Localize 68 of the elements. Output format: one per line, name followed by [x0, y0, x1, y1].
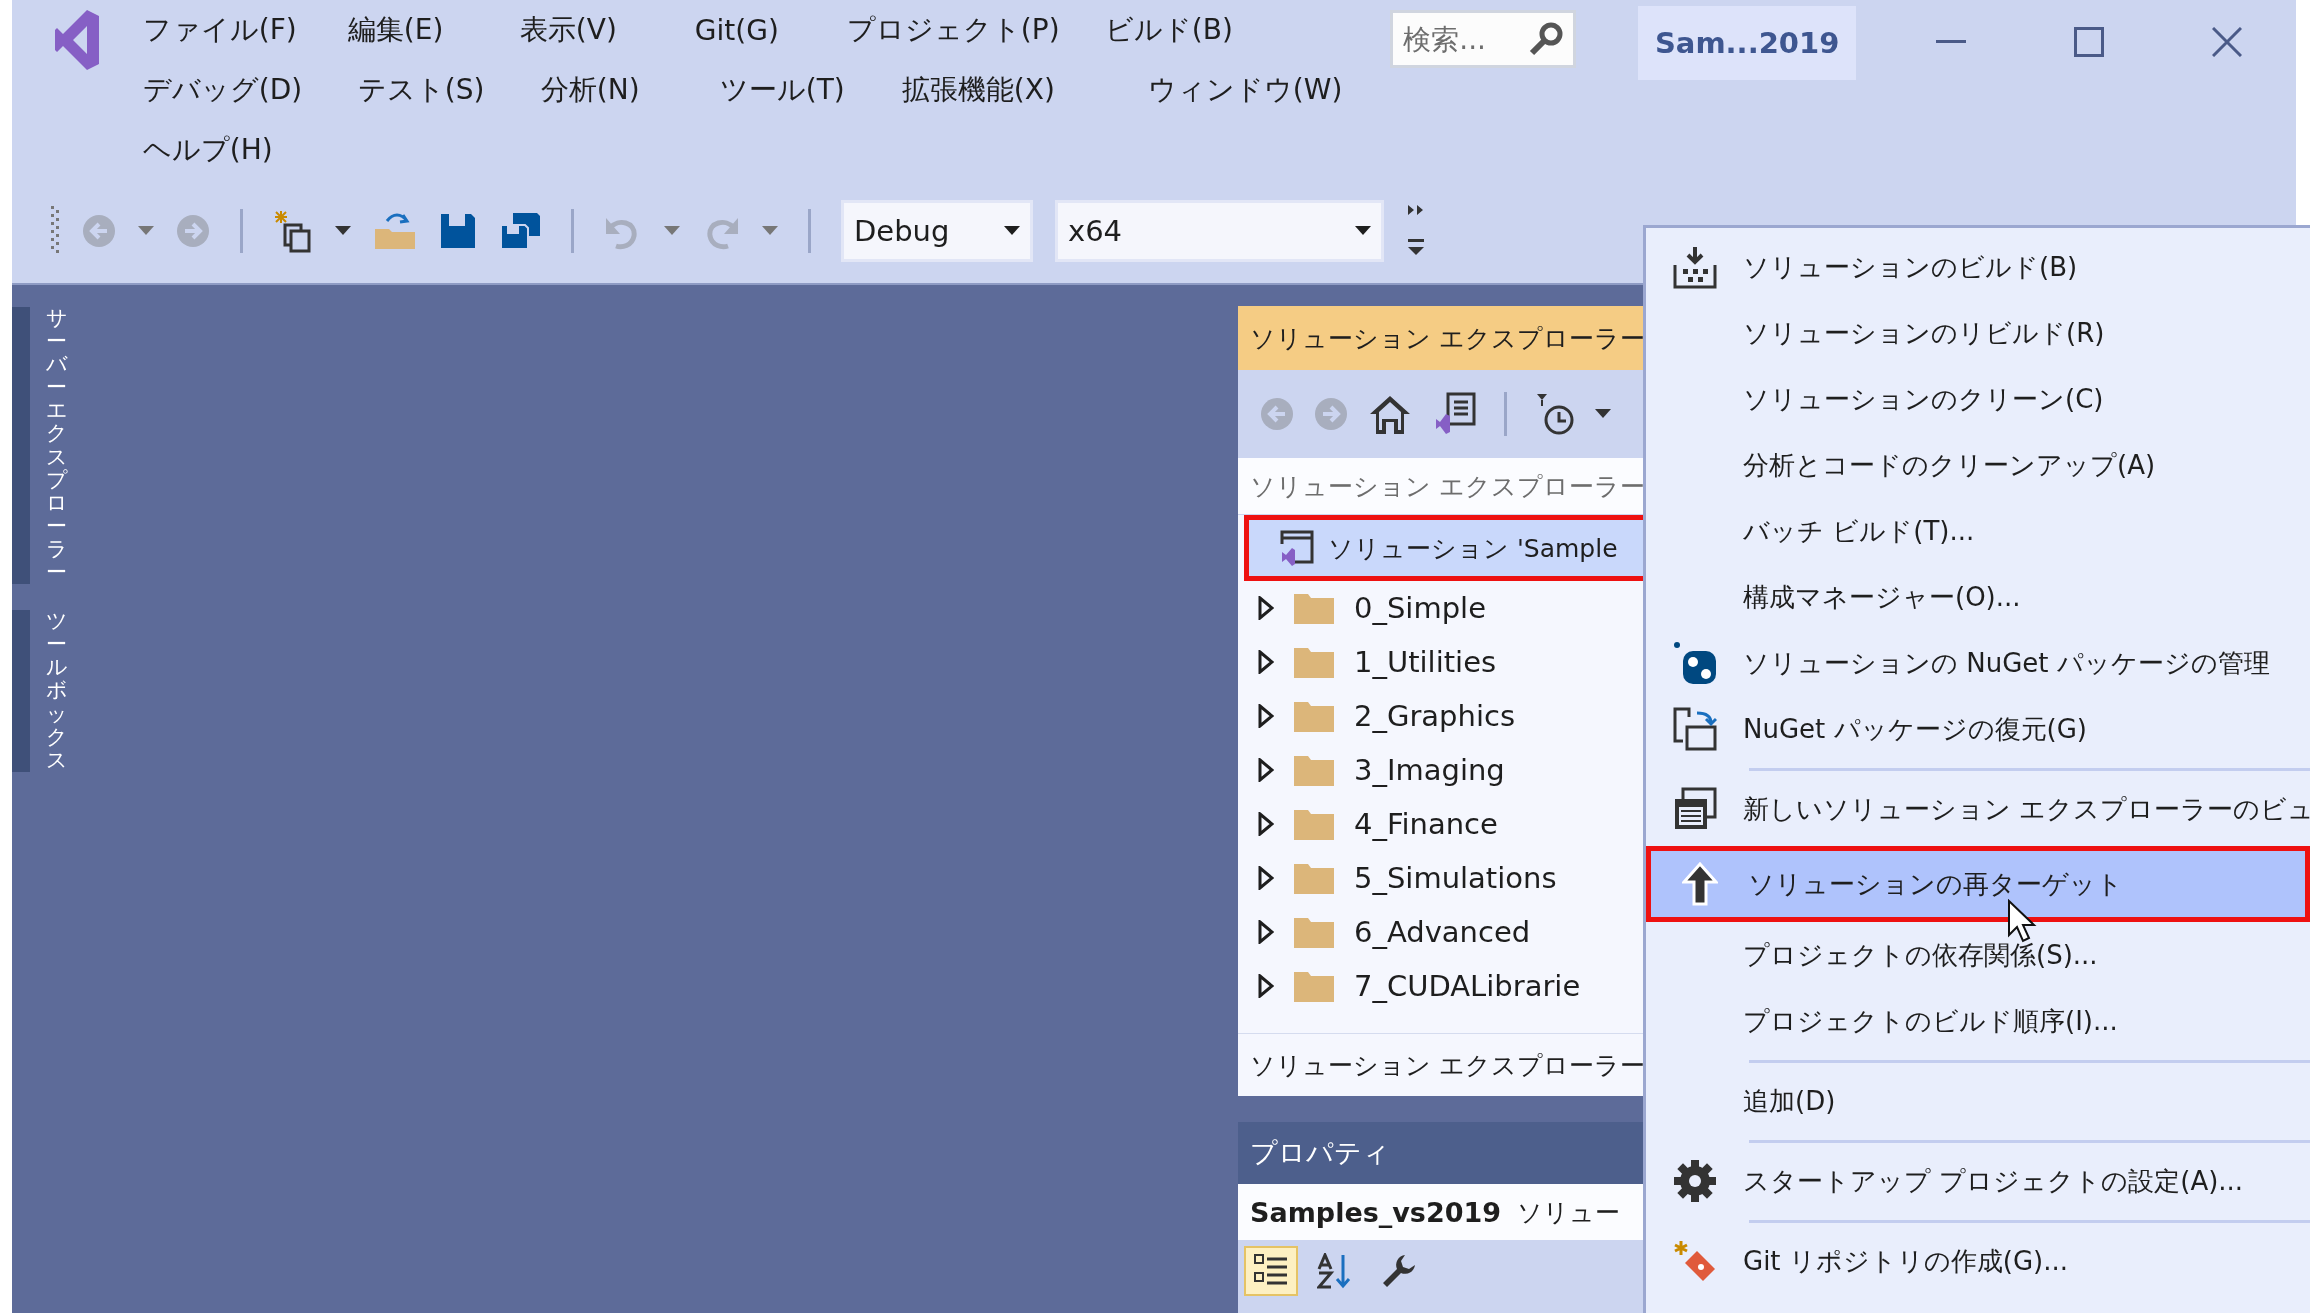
menu-item[interactable]: プロジェクト(P) [846, 11, 1105, 49]
folder-icon [1294, 970, 1334, 1002]
menu-item[interactable]: Git(G) [694, 13, 847, 47]
caret-icon [1004, 225, 1020, 236]
menu-item[interactable]: ビルド(B) [1104, 11, 1305, 49]
menu-item[interactable]: ヘルプ(H) [142, 131, 343, 169]
expand-arrow-icon [1258, 974, 1274, 998]
history-icon [1535, 392, 1575, 436]
expand-arrow-icon [1258, 758, 1274, 782]
expand-arrow-icon [1258, 704, 1274, 728]
menu-item[interactable]: 分析(N) [540, 71, 720, 109]
logo-icon [55, 10, 100, 70]
menu-item[interactable]: 編集(E) [347, 11, 520, 49]
expand-arrow-icon [1258, 596, 1274, 620]
mouse-cursor-icon [2007, 899, 2037, 943]
folder-icon [1294, 646, 1334, 678]
folder-icon [1294, 700, 1334, 732]
menu-item[interactable]: 表示(V) [519, 11, 695, 49]
menu-item[interactable]: ファイル(F) [142, 11, 348, 49]
toolbar-button[interactable] [1244, 1246, 1298, 1296]
folder-icon [1294, 592, 1334, 624]
platform-dropdown[interactable]: x64 [1055, 199, 1384, 262]
window-title: Sam...2019 [1638, 6, 1856, 80]
git-icon [1672, 1239, 1717, 1283]
menu-item[interactable]: ウィンドウ(W) [1147, 71, 1348, 109]
object-name: Samples_vs2019 [1250, 1196, 1502, 1228]
caret-icon [762, 225, 778, 236]
folder-icon [1294, 808, 1334, 840]
package-icon [1672, 641, 1717, 685]
caret-icon [1595, 409, 1611, 419]
side-tab[interactable]: ツールボックス [46, 610, 67, 772]
menu-item[interactable]: テスト(S) [357, 71, 541, 109]
expand-arrow-icon [1258, 650, 1274, 674]
restore-icon [1672, 707, 1717, 751]
wrench-icon [1381, 1253, 1417, 1289]
caret-icon [335, 225, 351, 236]
caret-icon [138, 225, 154, 236]
expand-arrow-icon [1258, 812, 1274, 836]
side-tab[interactable]: サーバーエクスプローラー [46, 307, 67, 585]
folder-icon [1294, 754, 1334, 786]
caret-icon [1355, 225, 1371, 236]
new-project-icon [273, 208, 313, 253]
save-all-icon [499, 210, 541, 251]
save-icon [439, 211, 477, 250]
minimize-icon [1936, 40, 1966, 44]
configuration-dropdown[interactable]: Debug [841, 199, 1033, 262]
menu-item[interactable]: ソリューションのビルド(B) [1646, 234, 2310, 300]
menu-item[interactable]: Git リポジトリの作成(G)... [1646, 1228, 2310, 1294]
solution-icon [1278, 530, 1314, 566]
sort-icon [1317, 1253, 1353, 1289]
close-icon [2212, 27, 2242, 57]
build-icon [1672, 245, 1717, 289]
search-icon [1528, 21, 1565, 57]
maximize-icon [2074, 27, 2104, 57]
up-arrow-icon [1681, 862, 1718, 906]
caret-icon [664, 225, 680, 236]
folder-icon [1294, 862, 1334, 894]
window-list-icon [1672, 787, 1717, 831]
expand-arrow-icon [1258, 866, 1274, 890]
gear-icon [1672, 1159, 1717, 1203]
folder-icon [1294, 916, 1334, 948]
menu-item[interactable]: デバッグ(D) [142, 71, 358, 109]
object-type: ソリュー [1517, 1196, 1621, 1229]
grip-icon [50, 205, 60, 256]
menu-item[interactable]: ツール(T) [719, 71, 902, 109]
expand-arrow-icon [1258, 920, 1274, 944]
menu-item[interactable]: 拡張機能(X) [901, 71, 1148, 109]
search-field[interactable]: 検索... [1390, 10, 1577, 68]
